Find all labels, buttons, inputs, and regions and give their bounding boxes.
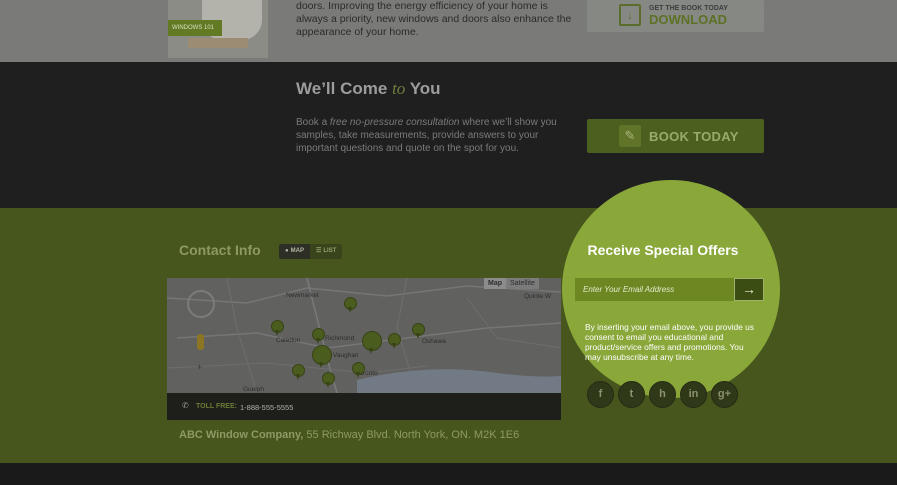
map-marker[interactable] xyxy=(344,297,357,313)
list-icon: ☰ xyxy=(315,248,322,254)
book-tag: WINDOWS 101 xyxy=(168,20,222,36)
promo-description: doors. Improving the energy efficiency o… xyxy=(296,0,576,39)
book-today-button[interactable]: ✎ BOOK TODAY xyxy=(587,119,764,153)
map-marker[interactable] xyxy=(362,331,382,354)
toll-free-bar: ✆ TOLL FREE: 1-888-555-5555 xyxy=(167,393,561,420)
download-button[interactable]: ↓ GET THE BOOK TODAY DOWNLOAD xyxy=(587,0,764,32)
text-emphasis: free no-pressure consultation xyxy=(329,117,460,128)
footer-strip xyxy=(0,463,897,485)
twitter-icon[interactable]: t xyxy=(618,381,645,408)
pan-control[interactable] xyxy=(187,290,215,318)
street-view-icon[interactable] xyxy=(197,334,204,350)
promo-line: doors. Improving the energy efficiency o… xyxy=(296,0,548,12)
map-type-satellite[interactable]: Satellite xyxy=(506,278,539,289)
map-marker[interactable] xyxy=(312,345,332,368)
houzz-icon[interactable]: h xyxy=(649,381,676,408)
download-label: DOWNLOAD xyxy=(649,12,727,27)
arrow-right-icon[interactable]: → xyxy=(734,278,764,301)
toll-free-number[interactable]: 1-888-555-5555 xyxy=(240,403,293,412)
email-signup-form: → xyxy=(575,278,764,301)
tab-list[interactable]: ☰ LIST xyxy=(309,244,343,259)
zoom-in-icon[interactable]: + xyxy=(197,362,202,372)
view-toggle: ● MAP ☰ LIST xyxy=(279,244,343,259)
map-marker[interactable] xyxy=(352,362,365,378)
map-marker[interactable] xyxy=(412,323,425,339)
book-cover-detail xyxy=(188,38,248,48)
text-part: Book a xyxy=(296,117,328,128)
map-label: Newmarket xyxy=(286,292,319,299)
contact-title: Contact Info xyxy=(179,242,261,258)
download-subtitle: GET THE BOOK TODAY xyxy=(649,5,728,12)
phone-icon: ✆ xyxy=(182,401,189,410)
pencil-icon: ✎ xyxy=(619,125,641,147)
tab-map[interactable]: ● MAP xyxy=(279,244,310,259)
book-thumbnail[interactable]: WINDOWS 101 xyxy=(168,0,268,58)
toll-free-label: TOLL FREE: xyxy=(196,403,237,410)
linkedin-icon[interactable]: in xyxy=(680,381,707,408)
download-icon: ↓ xyxy=(619,4,641,26)
title-part: We’ll Come xyxy=(296,79,388,98)
map-label: Guelph xyxy=(243,386,264,393)
map-label: Richmond xyxy=(325,335,355,342)
offers-title: Receive Special Offers xyxy=(587,242,739,258)
title-accent: to xyxy=(392,79,406,98)
promo-line: appearance of your home. xyxy=(296,26,419,38)
consultation-text: Book a free no-pressure consultation whe… xyxy=(296,116,566,155)
book-today-label: BOOK TODAY xyxy=(649,129,739,144)
map-marker[interactable] xyxy=(292,364,305,380)
google-plus-icon[interactable]: g+ xyxy=(711,381,738,408)
map-label: Quinte W xyxy=(524,293,552,300)
tab-list-label: LIST xyxy=(323,248,337,254)
map-marker[interactable] xyxy=(312,328,325,344)
promo-line: always a priority, new windows and doors… xyxy=(296,13,572,25)
email-field[interactable] xyxy=(575,278,734,301)
company-address: ABC Window Company, 55 Richway Blvd. Nor… xyxy=(179,429,519,441)
map-marker[interactable] xyxy=(322,372,335,388)
tab-map-label: MAP xyxy=(290,248,304,254)
map-label: Caledon xyxy=(276,337,301,344)
street-address: 55 Richway Blvd. North York, ON. M2K 1E6 xyxy=(306,429,520,441)
map-marker[interactable] xyxy=(388,333,401,349)
map-pin-icon: ● xyxy=(285,248,289,254)
map-label: Vaughan xyxy=(333,352,359,359)
map-label: Oshawa xyxy=(422,338,446,345)
map-marker[interactable] xyxy=(271,320,284,336)
title-part: You xyxy=(409,79,441,98)
consultation-title: We’ll Come to You xyxy=(296,79,441,99)
consent-text: By inserting your email above, you provi… xyxy=(585,322,754,362)
company-name: ABC Window Company, xyxy=(179,429,304,441)
map-type-map[interactable]: Map xyxy=(484,278,506,289)
facebook-icon[interactable]: f xyxy=(587,381,614,408)
map-type-control: Map Satellite xyxy=(484,278,539,289)
